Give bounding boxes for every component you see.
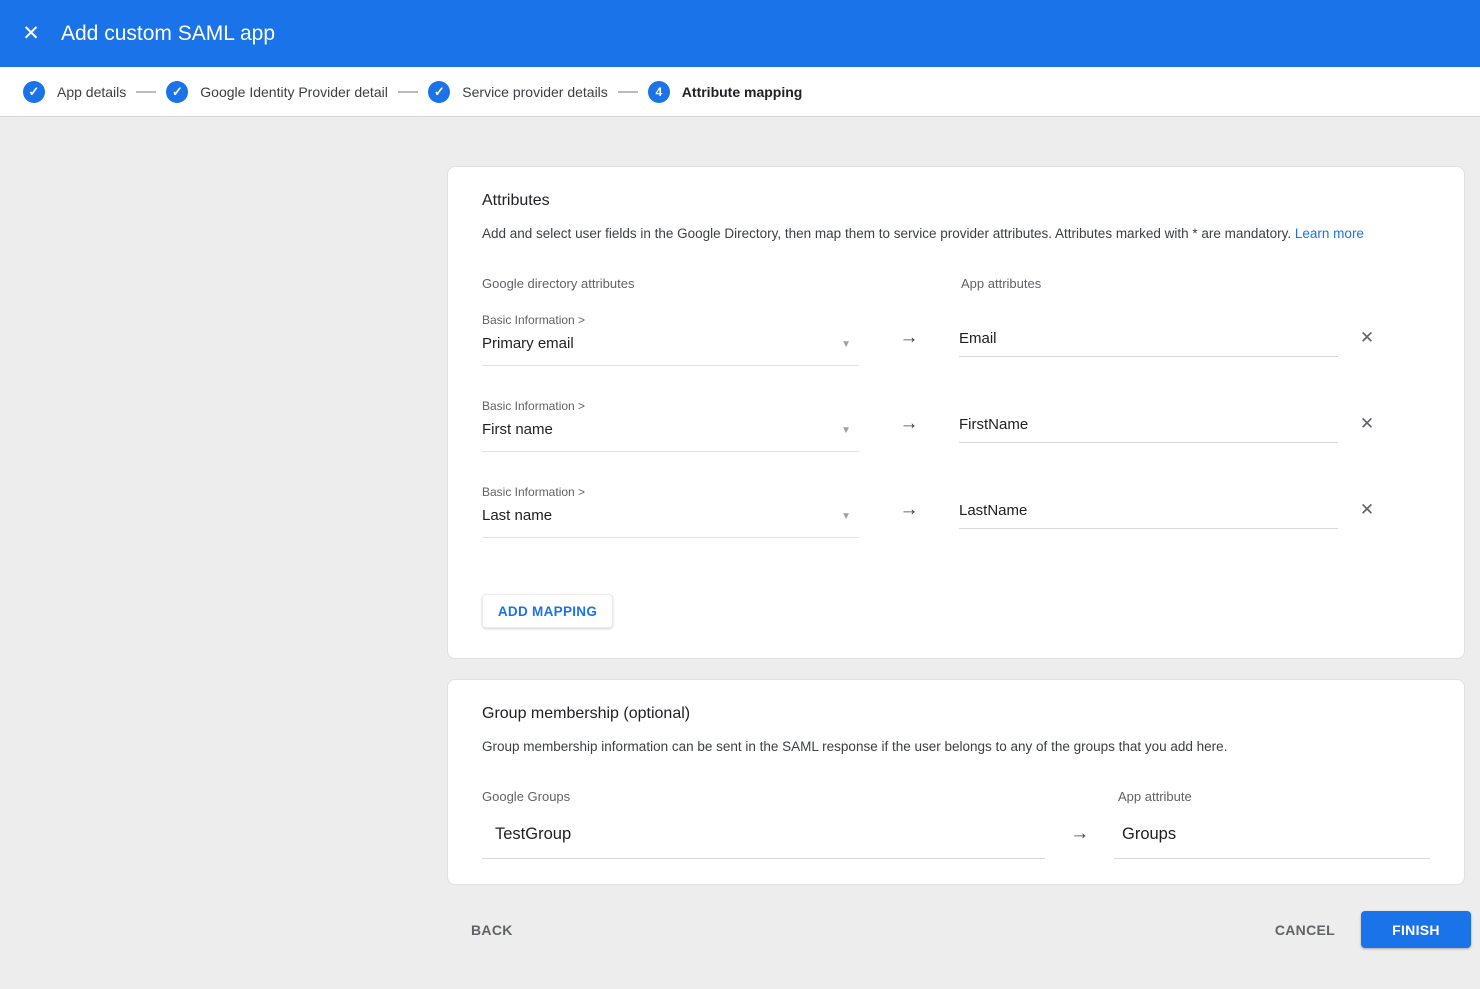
group-membership-description: Group membership information can be sent…	[482, 739, 1430, 755]
maps-to-arrow-icon: →	[859, 500, 959, 520]
step-connector	[618, 91, 638, 93]
step-connector	[136, 91, 156, 93]
dropdown-caret-icon: ▼	[841, 511, 851, 522]
app-attributes-header: App attributes	[961, 276, 1041, 291]
maps-to-arrow-icon: →	[1045, 824, 1114, 844]
add-mapping-button[interactable]: ADD MAPPING	[482, 594, 613, 628]
app-attribute-input[interactable]: FirstName	[959, 416, 1338, 443]
remove-mapping-icon[interactable]: ✕	[1358, 501, 1376, 519]
maps-to-arrow-icon: →	[859, 414, 959, 434]
mapping-column-headers: Google directory attributes App attribut…	[482, 276, 1430, 291]
attributes-card-title: Attributes	[482, 191, 1430, 210]
learn-more-link[interactable]: Learn more	[1295, 226, 1364, 241]
step-label: App details	[57, 84, 126, 100]
page-title: Add custom SAML app	[61, 22, 275, 46]
step-number-badge: 4	[648, 81, 670, 103]
close-icon[interactable]: ✕	[18, 21, 44, 47]
remove-mapping-icon[interactable]: ✕	[1358, 329, 1376, 347]
attribute-category-label: Basic Information >	[482, 313, 859, 327]
attributes-card: Attributes Add and select user fields in…	[447, 166, 1465, 659]
wizard-stepper: ✓ App details ✓ Google Identity Provider…	[0, 67, 1480, 117]
back-button[interactable]: BACK	[471, 922, 513, 938]
dropdown-caret-icon: ▼	[841, 425, 851, 436]
app-attribute-label: App attribute	[1118, 789, 1192, 804]
step-label: Service provider details	[462, 84, 608, 100]
cancel-button[interactable]: CANCEL	[1275, 922, 1335, 938]
remove-mapping-icon[interactable]: ✕	[1358, 415, 1376, 433]
directory-attribute-value: Primary email	[482, 335, 574, 353]
group-column-headers: Google Groups App attribute	[482, 789, 1430, 804]
finish-button[interactable]: FINISH	[1361, 911, 1471, 948]
google-groups-input[interactable]: TestGroup	[482, 824, 1045, 859]
dialog-header: ✕ Add custom SAML app	[0, 0, 1480, 67]
maps-to-arrow-icon: →	[859, 328, 959, 348]
step-service-provider-details[interactable]: ✓ Service provider details	[428, 81, 608, 103]
google-groups-label: Google Groups	[482, 789, 1118, 804]
directory-attribute-select[interactable]: Basic Information > Last name ▼	[482, 485, 859, 538]
attributes-card-description: Add and select user fields in the Google…	[482, 226, 1430, 242]
step-app-details[interactable]: ✓ App details	[23, 81, 126, 103]
step-label: Attribute mapping	[682, 84, 803, 100]
group-membership-title: Group membership (optional)	[482, 704, 1430, 723]
dropdown-caret-icon: ▼	[841, 339, 851, 350]
directory-attribute-value: First name	[482, 421, 553, 439]
step-complete-icon: ✓	[23, 81, 45, 103]
step-attribute-mapping[interactable]: 4 Attribute mapping	[648, 81, 803, 103]
app-attribute-input[interactable]: LastName	[959, 502, 1338, 529]
mapping-row: Basic Information > Last name ▼ → LastNa…	[482, 485, 1430, 538]
group-mapping-row: TestGroup → Groups	[482, 824, 1430, 859]
wizard-footer: BACK CANCEL FINISH	[447, 911, 1471, 948]
mapping-row: Basic Information > First name ▼ → First…	[482, 399, 1430, 452]
directory-attribute-value: Last name	[482, 507, 552, 525]
step-connector	[398, 91, 418, 93]
mapping-row: Basic Information > Primary email ▼ → Em…	[482, 313, 1430, 366]
step-google-idp-details[interactable]: ✓ Google Identity Provider details	[166, 81, 388, 103]
step-complete-icon: ✓	[166, 81, 188, 103]
google-directory-attributes-header: Google directory attributes	[482, 276, 961, 291]
group-app-attribute-input[interactable]: Groups	[1114, 824, 1430, 859]
app-attribute-input[interactable]: Email	[959, 330, 1338, 357]
attribute-category-label: Basic Information >	[482, 485, 859, 499]
group-membership-card: Group membership (optional) Group member…	[447, 679, 1465, 885]
attribute-category-label: Basic Information >	[482, 399, 859, 413]
directory-attribute-select[interactable]: Basic Information > Primary email ▼	[482, 313, 859, 366]
directory-attribute-select[interactable]: Basic Information > First name ▼	[482, 399, 859, 452]
description-text: Add and select user fields in the Google…	[482, 226, 1291, 241]
step-complete-icon: ✓	[428, 81, 450, 103]
step-label: Google Identity Provider details	[200, 84, 388, 100]
